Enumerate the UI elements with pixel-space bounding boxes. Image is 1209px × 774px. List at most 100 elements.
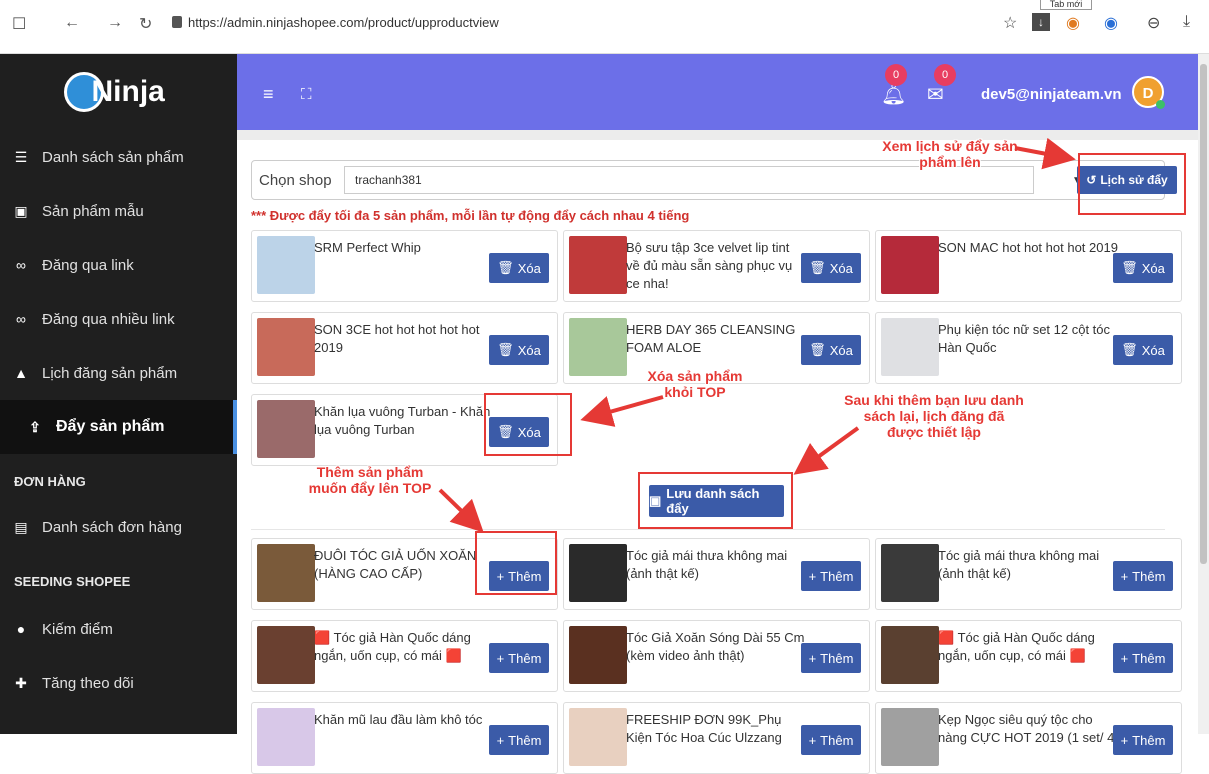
remove-button[interactable]: 🗑︎ Xóa	[1113, 335, 1173, 365]
mail-badge: 0	[934, 64, 956, 86]
add-button[interactable]: + Thêm	[489, 643, 549, 673]
product-title: Khăn lụa vuông Turban - Khăn lụa vuông T…	[314, 404, 491, 437]
remove-button[interactable]: 🗑︎ Xóa	[489, 253, 549, 283]
bell-icon: ▲	[14, 365, 28, 381]
top-product-card: SRM Perfect Whip 🗑︎ Xóa	[251, 230, 558, 302]
online-status-dot	[1156, 100, 1165, 109]
forward-icon[interactable]: →	[107, 14, 123, 32]
download-ext-icon[interactable]: ↓	[1032, 13, 1050, 31]
add-button[interactable]: + Thêm	[1113, 561, 1173, 591]
tab-tooltip: Tab mới	[1040, 0, 1092, 10]
remove-button[interactable]: 🗑︎ Xóa	[489, 335, 549, 365]
remove-button-label: Xóa	[517, 342, 541, 358]
extension2-icon[interactable]: ◉	[1104, 13, 1118, 33]
product-title: SON MAC hot hot hot hot 2019	[938, 240, 1118, 255]
remove-button-label: Xóa	[829, 342, 853, 358]
scrollbar[interactable]	[1198, 54, 1209, 734]
menu-toggle-icon[interactable]: ≡	[263, 84, 274, 105]
trash-icon: 🗑︎	[1121, 342, 1138, 357]
product-thumbnail	[881, 318, 939, 376]
logo[interactable]: Ninja	[0, 54, 237, 130]
shop-select[interactable]: trachanh381	[344, 166, 1034, 194]
trash-icon: 🗑︎	[497, 260, 514, 275]
remove-button[interactable]: 🗑︎ Xóa	[1113, 253, 1173, 283]
product-thumbnail	[881, 236, 939, 294]
product-title: 🟥 Tóc giả Hàn Quốc dáng ngắn, uốn cụp, c…	[314, 630, 471, 663]
sidebar-item-label: Đăng qua link	[42, 256, 134, 274]
product-card: Kẹp Ngọc siêu quý tộc cho nàng CỰC HOT 2…	[875, 702, 1182, 774]
sidebar-item-label: Tăng theo dõi	[42, 674, 134, 692]
user-email[interactable]: dev5@ninjateam.vn	[981, 86, 1122, 103]
annotation-add: Thêm sản phẩm muốn đẩy lên TOP	[308, 464, 432, 496]
sidebar-item-label: Danh sách đơn hàng	[42, 518, 182, 536]
highlight-box	[638, 472, 793, 529]
product-card: Tóc Giả Xoăn Sóng Dài 55 Cm (kèm video ả…	[563, 620, 870, 692]
table-icon: ▤	[14, 518, 28, 535]
sidebar-item-increase-followers[interactable]: ✚ Tăng theo dõi	[0, 656, 237, 710]
address-bar[interactable]: https://admin.ninjashopee.com/product/up…	[172, 15, 499, 30]
product-thumbnail	[257, 626, 315, 684]
url-text: https://admin.ninjashopee.com/product/up…	[188, 15, 499, 30]
trash-icon: 🗑︎	[1121, 260, 1138, 275]
product-card: Tóc giả mái thưa không mai (ảnh thật kế)…	[563, 538, 870, 610]
highlight-box	[475, 531, 557, 595]
sidebar-item-earn-points[interactable]: ● Kiếm điểm	[0, 602, 237, 656]
add-button[interactable]: + Thêm	[801, 561, 861, 591]
sidebar-item-label: Danh sách sản phẩm	[42, 148, 184, 166]
back-icon[interactable]: ←	[64, 14, 80, 32]
product-thumbnail	[881, 626, 939, 684]
section-seeding: SEEDING SHOPEE	[14, 573, 131, 589]
add-button-label: Thêm	[820, 650, 854, 666]
product-title: SON 3CE hot hot hot hot hot 2019	[314, 322, 480, 355]
browser-toolbar: ☐ ← → ↻ https://admin.ninjashopee.com/pr…	[0, 0, 1209, 54]
remove-button[interactable]: 🗑︎ Xóa	[801, 335, 861, 365]
lock-icon	[172, 16, 182, 28]
plus-icon: +	[808, 732, 817, 748]
add-button[interactable]: + Thêm	[801, 643, 861, 673]
trash-icon: 🗑︎	[497, 342, 514, 357]
sidebar-item-schedule[interactable]: ▲ Lịch đăng sản phẩm	[0, 346, 237, 400]
sidebar-item-order-list[interactable]: ▤ Danh sách đơn hàng	[0, 500, 237, 554]
plus-icon: +	[496, 732, 505, 748]
mail-icon[interactable]: ✉	[927, 82, 944, 107]
add-button[interactable]: + Thêm	[1113, 725, 1173, 755]
sidebar: Ninja ☰ Danh sách sản phẩm ▣ Sản phẩm mẫu …	[0, 54, 237, 734]
window-icon[interactable]: ☐	[12, 14, 26, 34]
top-product-card: SON 3CE hot hot hot hot hot 2019 🗑︎ Xóa	[251, 312, 558, 384]
product-thumbnail	[569, 708, 627, 766]
sidebar-item-push-product[interactable]: ⇪ Đẩy sản phẩm	[0, 400, 237, 454]
scroll-thumb[interactable]	[1200, 64, 1207, 564]
remove-button-label: Xóa	[1141, 342, 1165, 358]
add-button[interactable]: + Thêm	[1113, 643, 1173, 673]
product-card: Khăn mũ lau đầu làm khô tóc + Thêm	[251, 702, 558, 774]
fullscreen-icon[interactable]: ⛶	[301, 86, 312, 103]
product-title: Kẹp Ngọc siêu quý tộc cho nàng CỰC HOT 2…	[938, 712, 1115, 745]
product-thumbnail	[569, 318, 627, 376]
product-card: Tóc giả mái thưa không mai (ảnh thật kế)…	[875, 538, 1182, 610]
logo-text: Ninja	[91, 75, 165, 108]
sidebar-item-product-list[interactable]: ☰ Danh sách sản phẩm	[0, 130, 237, 184]
sidebar-item-label: Sản phẩm mẫu	[42, 202, 144, 220]
product-title: ĐUÔI TÓC GIẢ UỐN XOĂN (HÀNG CAO CẤP)	[314, 548, 477, 581]
sidebar-item-sample-product[interactable]: ▣ Sản phẩm mẫu	[0, 184, 237, 238]
product-title: Khăn mũ lau đầu làm khô tóc	[314, 712, 483, 727]
reload-icon[interactable]: ↻	[139, 14, 152, 34]
sidebar-item-label: Kiếm điểm	[42, 620, 113, 638]
product-title: Tóc giả mái thưa không mai (ảnh thật kế)	[938, 548, 1100, 581]
product-card: 🟥 Tóc giả Hàn Quốc dáng ngắn, uốn cụp, c…	[251, 620, 558, 692]
plus-icon: +	[1120, 568, 1129, 584]
product-thumbnail	[881, 544, 939, 602]
star-icon[interactable]: ☆	[1003, 13, 1017, 33]
add-button[interactable]: + Thêm	[801, 725, 861, 755]
product-thumbnail	[569, 236, 627, 294]
sidebar-item-post-link[interactable]: ∞ Đăng qua link	[0, 238, 237, 292]
sidebar-item-post-multi-link[interactable]: ∞ Đăng qua nhiều link	[0, 292, 237, 346]
remove-button[interactable]: 🗑︎ Xóa	[801, 253, 861, 283]
add-button[interactable]: + Thêm	[489, 725, 549, 755]
download-icon[interactable]: ⤓	[1183, 13, 1190, 31]
extension-icon[interactable]: ◉	[1066, 13, 1080, 33]
product-title: Tóc Giả Xoăn Sóng Dài 55 Cm (kèm video ả…	[626, 630, 805, 663]
list-icon: ☰	[14, 148, 28, 165]
top-navbar: ≡ ⛶ 🔔︎ 0 ✉ 0 dev5@ninjateam.vn D	[237, 54, 1198, 130]
profile-icon[interactable]: ⊖	[1147, 13, 1160, 33]
